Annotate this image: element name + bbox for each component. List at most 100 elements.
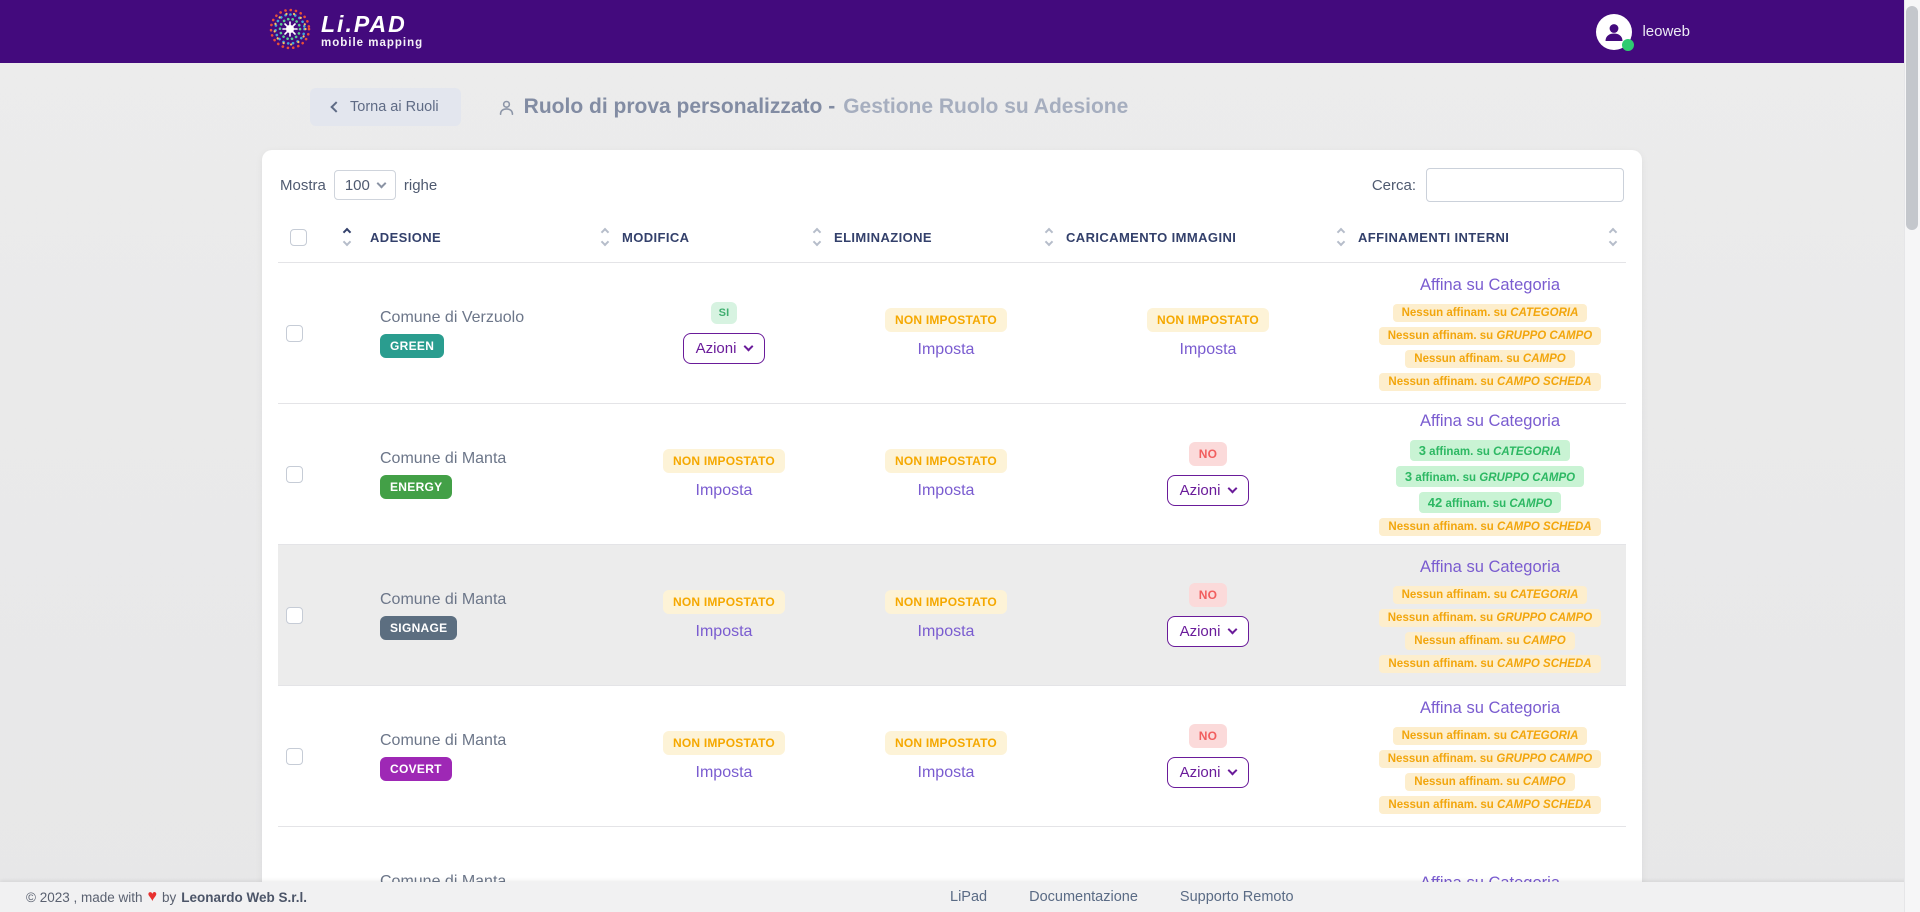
footer-link-documentazione[interactable]: Documentazione	[1029, 889, 1138, 905]
affinamento-badge: Nessun affinam. su GRUPPO CAMPO	[1379, 750, 1601, 768]
heart-icon: ♥	[148, 888, 158, 906]
affinamento-badge: Nessun affinam. su CAMPO SCHEDA	[1379, 655, 1600, 673]
affina-categoria-link[interactable]: Affina su Categoria	[1420, 558, 1560, 577]
footer-link-supporto-remoto[interactable]: Supporto Remoto	[1180, 889, 1294, 905]
affina-categoria-link[interactable]: Affina su Categoria	[1420, 412, 1560, 431]
status-badge: NO	[1189, 583, 1227, 607]
affina-categoria-link[interactable]: Affina su Categoria	[1420, 276, 1560, 295]
scrollbar-thumb[interactable]	[1906, 6, 1918, 230]
imposta-link[interactable]: Imposta	[696, 623, 753, 641]
logo-subtitle: mobile mapping	[321, 38, 423, 50]
adesione-name: Comune di Manta	[380, 732, 506, 750]
affinamento-badge: Nessun affinam. su GRUPPO CAMPO	[1379, 327, 1601, 345]
sort-icons	[1046, 229, 1052, 245]
footer-link-lipad[interactable]: LiPad	[950, 889, 987, 905]
chevron-down-icon	[744, 342, 754, 352]
adesione-tag-badge: SIGNAGE	[380, 616, 457, 640]
affina-categoria-link[interactable]: Affina su Categoria	[1420, 699, 1560, 718]
affinamento-badge: Nessun affinam. su CAMPO	[1405, 773, 1574, 791]
azioni-label: Azioni	[1180, 623, 1221, 640]
column-header-caricamento-immagini[interactable]: CARICAMENTO IMMAGINI	[1062, 212, 1354, 262]
azioni-label: Azioni	[1180, 764, 1221, 781]
imposta-link[interactable]: Imposta	[918, 623, 975, 641]
table-row: Comune di VerzuoloGREENSIAzioniNON IMPOS…	[278, 262, 1626, 403]
imposta-link[interactable]: Imposta	[1180, 341, 1237, 359]
azioni-dropdown[interactable]: Azioni	[1167, 475, 1250, 506]
row-checkbox[interactable]	[286, 748, 303, 765]
adesione-name: Comune di Verzuolo	[380, 309, 524, 327]
imposta-link[interactable]: Imposta	[918, 764, 975, 782]
online-status-dot	[1622, 39, 1634, 51]
status-badge: NO	[1189, 724, 1227, 748]
status-badge: NON IMPOSTATO	[885, 308, 1007, 332]
column-header-adesione[interactable]: ADESIONE	[366, 212, 618, 262]
chevron-left-icon	[330, 101, 341, 112]
imposta-link[interactable]: Imposta	[918, 341, 975, 359]
status-badge: SI	[711, 302, 738, 324]
user-menu[interactable]: leoweb	[1596, 14, 1690, 50]
sort-icons	[814, 229, 820, 245]
rows-per-page-select[interactable]: 100	[334, 170, 396, 200]
sort-icons	[1338, 229, 1344, 245]
copyright-text: © 2023 , made with	[26, 890, 143, 905]
select-all-checkbox[interactable]	[290, 229, 307, 246]
azioni-dropdown[interactable]: Azioni	[1167, 616, 1250, 647]
status-badge: NON IMPOSTATO	[663, 449, 785, 473]
column-header-affinamenti-interni[interactable]: AFFINAMENTI INTERNI	[1354, 212, 1626, 262]
user-avatar	[1596, 14, 1632, 50]
column-header-modifica[interactable]: MODIFICA	[618, 212, 830, 262]
adesione-tag-badge: COVERT	[380, 757, 452, 781]
person-outline-icon	[497, 98, 516, 117]
chevron-down-icon	[1228, 766, 1238, 776]
row-checkbox[interactable]	[286, 466, 303, 483]
table-body: Comune di VerzuoloGREENSIAzioniNON IMPOS…	[278, 262, 1626, 912]
top-navbar: Li.PAD mobile mapping leoweb	[0, 0, 1920, 63]
show-rows-label-before: Mostra	[280, 177, 326, 194]
column-header-eliminazione[interactable]: ELIMINAZIONE	[830, 212, 1062, 262]
affinamento-badge: Nessun affinam. su CATEGORIA	[1393, 727, 1588, 745]
page-title: Ruolo di prova personalizzato - Gestione…	[497, 95, 1129, 119]
table-row: Comune di Manta COVERT NON IMPOSTATO Impost…	[278, 685, 1626, 826]
app-logo[interactable]: Li.PAD mobile mapping	[268, 7, 423, 56]
scrollbar-track	[1904, 0, 1920, 912]
column-header-select[interactable]	[278, 212, 366, 262]
affinamento-badge: 42 affinam. su CAMPO	[1419, 492, 1561, 513]
logo-title: Li.PAD	[321, 13, 423, 36]
imposta-link[interactable]: Imposta	[918, 482, 975, 500]
page-footer: © 2023 , made with ♥ by Leonardo Web S.r…	[0, 882, 1920, 912]
row-checkbox[interactable]	[286, 325, 303, 342]
affinamento-badge: Nessun affinam. su CAMPO	[1405, 350, 1574, 368]
search-input[interactable]	[1426, 168, 1624, 202]
status-badge: NON IMPOSTATO	[885, 731, 1007, 755]
status-badge: NON IMPOSTATO	[1147, 308, 1269, 332]
affinamento-badge: Nessun affinam. su CAMPO SCHEDA	[1379, 373, 1600, 391]
affinamento-badge: Nessun affinam. su CAMPO SCHEDA	[1379, 518, 1600, 536]
imposta-link[interactable]: Imposta	[696, 482, 753, 500]
back-to-roles-button[interactable]: Torna ai Ruoli	[310, 88, 461, 126]
search-label: Cerca:	[1372, 177, 1416, 194]
chevron-down-icon	[376, 178, 386, 188]
affinamento-badge: 3 affinam. su CATEGORIA	[1410, 440, 1571, 461]
status-badge: NO	[1189, 442, 1227, 466]
logo-starburst-icon	[268, 7, 312, 56]
affinamento-badge: Nessun affinam. su GRUPPO CAMPO	[1379, 609, 1601, 627]
affinamento-badge: 3 affinam. su GRUPPO CAMPO	[1396, 466, 1584, 487]
affinamento-badge: Nessun affinam. su CATEGORIA	[1393, 304, 1588, 322]
roles-table-card: Mostra 100 righe Cerca: ADESIONE MODIFIC…	[262, 150, 1642, 912]
sort-icons	[1610, 229, 1616, 245]
status-badge: NON IMPOSTATO	[885, 449, 1007, 473]
azioni-label: Azioni	[696, 340, 737, 357]
status-badge: NON IMPOSTATO	[885, 590, 1007, 614]
sort-icons	[344, 229, 350, 245]
rows-per-page-value: 100	[345, 177, 370, 194]
table-row: Comune di Manta SIGNAGE NON IMPOSTATO Impos…	[278, 544, 1626, 685]
adesione-name: Comune di Manta	[380, 591, 506, 609]
azioni-dropdown[interactable]: Azioni	[683, 333, 766, 364]
adesione-name: Comune di Manta	[380, 450, 506, 468]
row-checkbox[interactable]	[286, 607, 303, 624]
imposta-link[interactable]: Imposta	[696, 764, 753, 782]
sort-icons	[602, 229, 608, 245]
affinamento-badge: Nessun affinam. su CAMPO	[1405, 632, 1574, 650]
status-badge: NON IMPOSTATO	[663, 731, 785, 755]
azioni-dropdown[interactable]: Azioni	[1167, 757, 1250, 788]
